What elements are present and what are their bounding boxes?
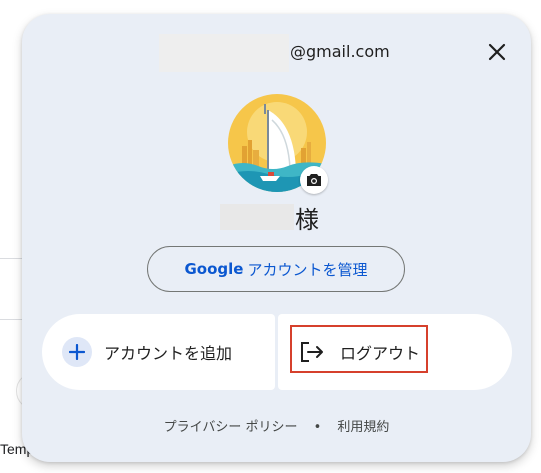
- account-name: 様: [22, 200, 531, 236]
- footer-links: プライバシー ポリシー • 利用規約: [22, 416, 531, 435]
- email-domain: @gmail.com: [290, 42, 390, 61]
- add-account-button[interactable]: アカウントを追加: [42, 314, 275, 390]
- add-account-label: アカウントを追加: [104, 344, 233, 363]
- terms-link[interactable]: 利用規約: [337, 420, 389, 435]
- account-email: @gmail.com: [22, 34, 531, 72]
- account-popup: @gmail.com 様 Google アカウントを管理 アカウントを追加 ログ…: [22, 14, 531, 462]
- manage-account-button[interactable]: Google アカウントを管理: [147, 246, 405, 292]
- change-photo-button[interactable]: [300, 166, 328, 194]
- honorific-suffix: 様: [295, 206, 319, 234]
- email-redaction: [159, 34, 289, 72]
- close-button[interactable]: [483, 38, 511, 66]
- logout-icon: [300, 339, 326, 365]
- name-redaction: [220, 204, 294, 230]
- footer-separator: •: [313, 420, 322, 435]
- manage-account-label: アカウントを管理: [247, 260, 368, 279]
- close-icon: [488, 43, 506, 61]
- privacy-policy-link[interactable]: プライバシー ポリシー: [164, 420, 298, 435]
- manage-account-brand: Google: [184, 260, 244, 278]
- account-actions: アカウントを追加 ログアウト: [42, 314, 512, 390]
- avatar-container: [228, 94, 328, 194]
- logout-label: ログアウト: [340, 344, 421, 363]
- camera-icon: [307, 174, 321, 186]
- plus-icon: [62, 337, 92, 367]
- logout-button[interactable]: ログアウト: [278, 314, 512, 390]
